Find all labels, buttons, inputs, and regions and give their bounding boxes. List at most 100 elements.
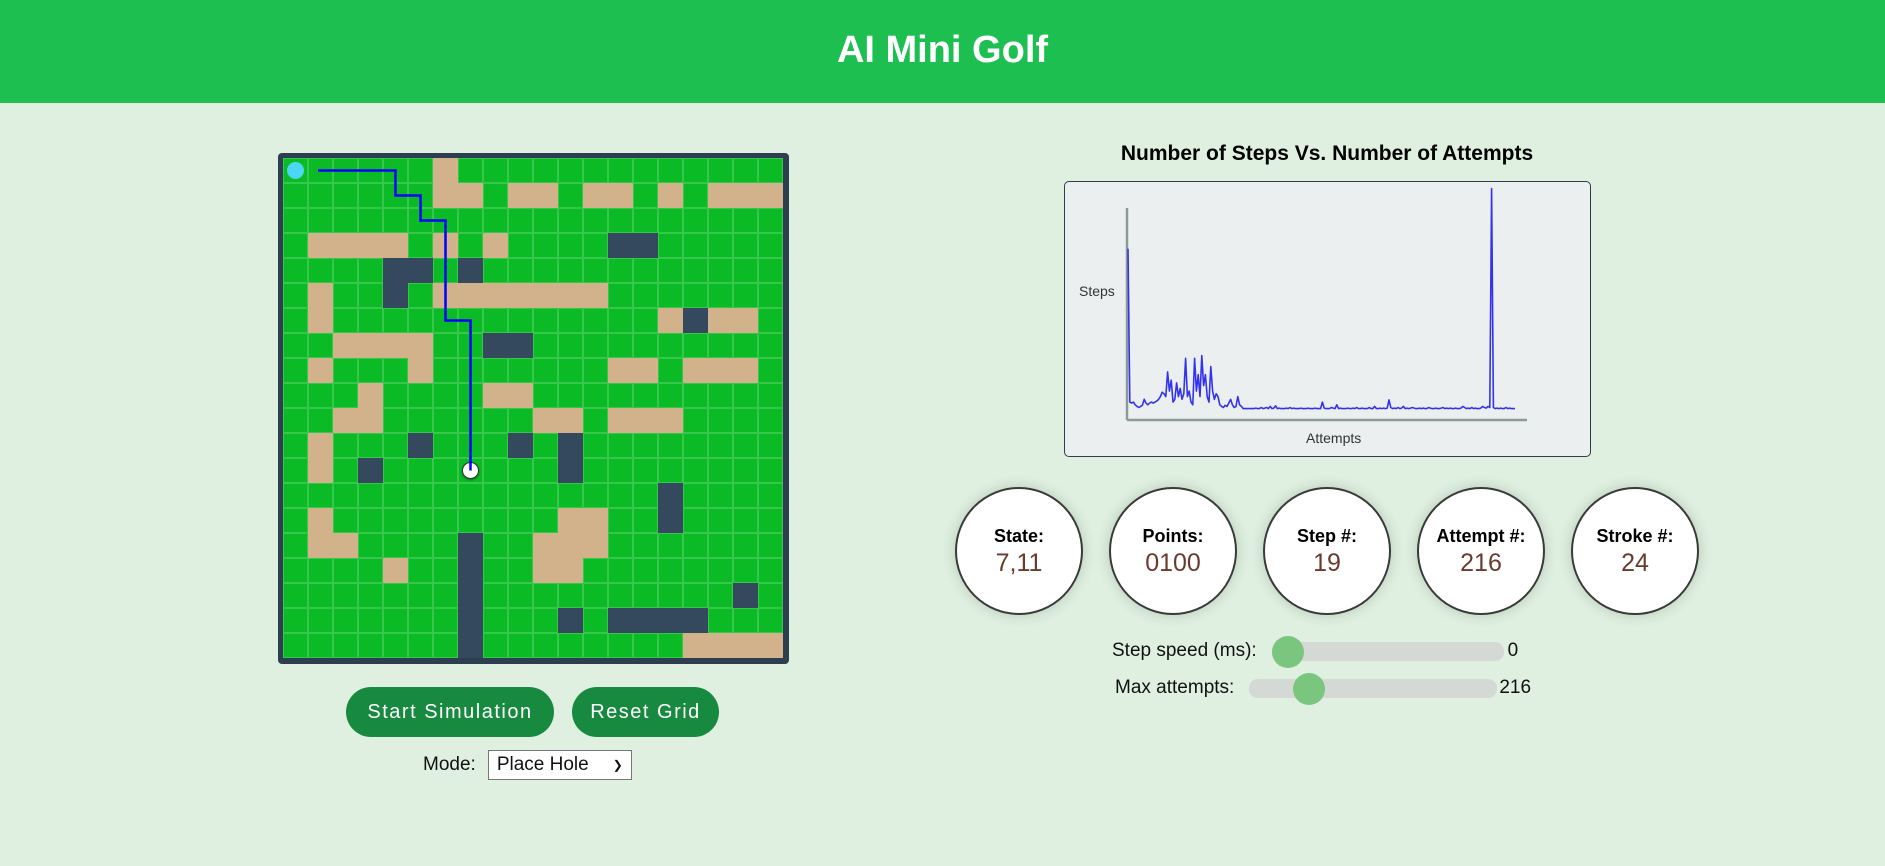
sand-cell[interactable] — [508, 283, 533, 308]
grass-cell[interactable] — [733, 283, 758, 308]
grass-cell[interactable] — [633, 533, 658, 558]
grass-cell[interactable] — [483, 533, 508, 558]
sand-cell[interactable] — [658, 308, 683, 333]
wall-cell[interactable] — [658, 608, 683, 633]
grass-cell[interactable] — [633, 208, 658, 233]
grass-cell[interactable] — [508, 558, 533, 583]
grass-cell[interactable] — [433, 433, 458, 458]
sand-cell[interactable] — [308, 433, 333, 458]
sand-cell[interactable] — [408, 358, 433, 383]
grass-cell[interactable] — [483, 433, 508, 458]
grass-cell[interactable] — [458, 358, 483, 383]
grass-cell[interactable] — [433, 208, 458, 233]
grass-cell[interactable] — [308, 633, 333, 658]
start-simulation-button[interactable]: Start Simulation — [346, 687, 554, 737]
grass-cell[interactable] — [558, 208, 583, 233]
grass-cell[interactable] — [508, 583, 533, 608]
grass-cell[interactable] — [483, 508, 508, 533]
grass-cell[interactable] — [358, 308, 383, 333]
grass-cell[interactable] — [583, 483, 608, 508]
grass-cell[interactable] — [633, 258, 658, 283]
grass-cell[interactable] — [433, 508, 458, 533]
grass-cell[interactable] — [733, 558, 758, 583]
grass-cell[interactable] — [283, 333, 308, 358]
grass-cell[interactable] — [283, 308, 308, 333]
grass-cell[interactable] — [433, 633, 458, 658]
grass-cell[interactable] — [608, 383, 633, 408]
sand-cell[interactable] — [483, 283, 508, 308]
grass-cell[interactable] — [583, 258, 608, 283]
grass-cell[interactable] — [758, 508, 783, 533]
grass-cell[interactable] — [558, 183, 583, 208]
grass-cell[interactable] — [383, 583, 408, 608]
grass-cell[interactable] — [383, 608, 408, 633]
grass-cell[interactable] — [658, 583, 683, 608]
grass-cell[interactable] — [408, 308, 433, 333]
sand-cell[interactable] — [333, 408, 358, 433]
sand-cell[interactable] — [433, 158, 458, 183]
grass-cell[interactable] — [333, 458, 358, 483]
grass-cell[interactable] — [408, 183, 433, 208]
grass-cell[interactable] — [508, 233, 533, 258]
grass-cell[interactable] — [308, 558, 333, 583]
grass-cell[interactable] — [583, 308, 608, 333]
grass-cell[interactable] — [358, 508, 383, 533]
grass-cell[interactable] — [508, 308, 533, 333]
wall-cell[interactable] — [383, 283, 408, 308]
grass-cell[interactable] — [708, 283, 733, 308]
sand-cell[interactable] — [308, 533, 333, 558]
grass-cell[interactable] — [683, 183, 708, 208]
grass-cell[interactable] — [708, 158, 733, 183]
wall-cell[interactable] — [558, 608, 583, 633]
grass-cell[interactable] — [508, 483, 533, 508]
grass-cell[interactable] — [658, 208, 683, 233]
sand-cell[interactable] — [683, 358, 708, 383]
grass-cell[interactable] — [583, 208, 608, 233]
grass-cell[interactable] — [283, 583, 308, 608]
grass-cell[interactable] — [533, 383, 558, 408]
grass-cell[interactable] — [333, 258, 358, 283]
grass-cell[interactable] — [533, 233, 558, 258]
grass-cell[interactable] — [683, 208, 708, 233]
grass-cell[interactable] — [333, 358, 358, 383]
grass-cell[interactable] — [283, 433, 308, 458]
grass-cell[interactable] — [508, 533, 533, 558]
grass-cell[interactable] — [533, 333, 558, 358]
grass-cell[interactable] — [483, 583, 508, 608]
grass-cell[interactable] — [358, 608, 383, 633]
grass-cell[interactable] — [358, 283, 383, 308]
grass-cell[interactable] — [433, 608, 458, 633]
grass-cell[interactable] — [608, 283, 633, 308]
grass-cell[interactable] — [433, 333, 458, 358]
sand-cell[interactable] — [733, 183, 758, 208]
max-attempts-slider-thumb[interactable] — [1292, 672, 1325, 705]
grass-cell[interactable] — [533, 208, 558, 233]
grass-cell[interactable] — [483, 258, 508, 283]
grass-cell[interactable] — [383, 183, 408, 208]
grass-cell[interactable] — [733, 258, 758, 283]
grass-cell[interactable] — [683, 483, 708, 508]
grass-cell[interactable] — [558, 308, 583, 333]
sand-cell[interactable] — [733, 633, 758, 658]
grass-cell[interactable] — [583, 458, 608, 483]
grass-cell[interactable] — [508, 408, 533, 433]
grass-cell[interactable] — [758, 483, 783, 508]
grass-cell[interactable] — [733, 233, 758, 258]
wall-cell[interactable] — [733, 583, 758, 608]
sand-cell[interactable] — [558, 508, 583, 533]
grass-cell[interactable] — [558, 633, 583, 658]
grass-cell[interactable] — [483, 308, 508, 333]
wall-cell[interactable] — [608, 233, 633, 258]
sand-cell[interactable] — [333, 233, 358, 258]
grass-cell[interactable] — [633, 283, 658, 308]
grass-cell[interactable] — [358, 558, 383, 583]
grass-cell[interactable] — [508, 208, 533, 233]
grass-cell[interactable] — [458, 308, 483, 333]
sand-cell[interactable] — [533, 408, 558, 433]
grass-cell[interactable] — [358, 358, 383, 383]
sand-cell[interactable] — [558, 408, 583, 433]
grass-cell[interactable] — [358, 208, 383, 233]
grass-cell[interactable] — [458, 508, 483, 533]
grass-cell[interactable] — [333, 283, 358, 308]
grass-cell[interactable] — [633, 633, 658, 658]
